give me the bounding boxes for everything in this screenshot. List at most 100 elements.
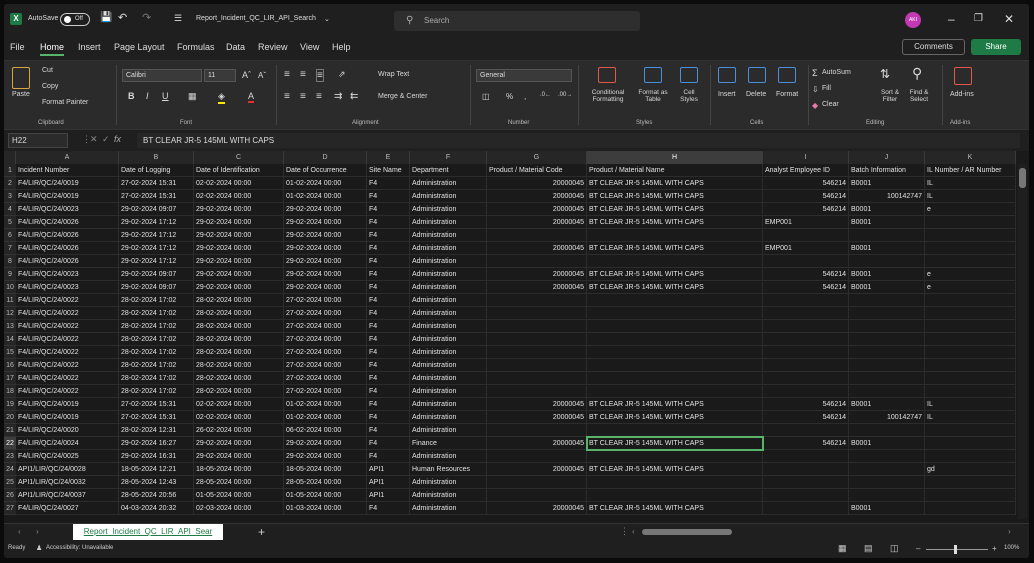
table-cell[interactable]: 27-02-2024 00:00 [284,372,367,385]
table-cell[interactable] [587,450,763,463]
normal-view-icon[interactable]: ▦ [838,543,847,554]
table-cell[interactable]: 546214 [763,398,849,411]
table-cell[interactable]: 27-02-2024 15:31 [119,177,194,190]
table-cell[interactable]: 28-05-2024 00:00 [284,476,367,489]
table-cell[interactable] [763,476,849,489]
table-cell[interactable] [925,346,1016,359]
table-cell[interactable]: EMP001 [763,216,849,229]
table-cell[interactable] [925,450,1016,463]
table-cell[interactable]: 29-02-2024 17:12 [119,216,194,229]
table-cell[interactable]: 02-02-2024 00:00 [194,411,284,424]
row-header[interactable]: 26 [4,489,16,502]
table-cell[interactable]: Human Resources [410,463,487,476]
row-header[interactable]: 4 [4,203,16,216]
table-cell[interactable] [487,476,587,489]
table-cell[interactable]: 28-05-2024 20:56 [119,489,194,502]
table-cell[interactable]: 20000045 [487,203,587,216]
copy-button[interactable]: Copy [42,83,58,90]
table-cell[interactable]: 28-05-2024 12:43 [119,476,194,489]
table-cell[interactable]: Administration [410,255,487,268]
table-cell[interactable] [487,489,587,502]
table-cell[interactable] [487,450,587,463]
column-header-f[interactable]: F [410,151,487,164]
add-ins-button[interactable]: Add-ins [950,91,974,98]
table-cell[interactable]: BT CLEAR JR-5 145ML WITH CAPS [587,398,763,411]
enter-icon[interactable]: ✓ [102,134,110,145]
row-header[interactable]: 17 [4,372,16,385]
row-header[interactable]: 8 [4,255,16,268]
table-cell[interactable] [925,320,1016,333]
bottom-align-icon[interactable]: ≡ [316,69,324,82]
column-header-k[interactable]: K [925,151,1016,164]
table-cell[interactable]: B0001 [849,177,925,190]
table-cell[interactable]: F4/LIR/QC/24/0026 [16,255,119,268]
eraser-icon[interactable]: ◆ [812,101,818,110]
borders-icon[interactable]: ▦ [188,91,197,102]
table-cell[interactable]: 27-02-2024 00:00 [284,320,367,333]
wrap-text-button[interactable]: Wrap Text [378,71,409,78]
table-cell[interactable]: 29-02-2024 00:00 [284,255,367,268]
fill-color-icon[interactable]: ◈ [218,91,225,104]
table-cell[interactable]: F4/LIR/QC/24/0026 [16,242,119,255]
table-cell[interactable]: 29-02-2024 09:07 [119,268,194,281]
tab-formulas[interactable]: Formulas [177,42,215,52]
table-cell[interactable]: IL [925,411,1016,424]
autosave-toggle[interactable]: Off [60,13,90,26]
table-cell[interactable]: BT CLEAR JR-5 145ML WITH CAPS [587,242,763,255]
table-header-cell[interactable]: Product / Material Name [587,164,763,177]
column-header-a[interactable]: A [16,151,119,164]
table-cell[interactable]: F4 [367,424,410,437]
table-cell[interactable] [925,333,1016,346]
column-header-h[interactable]: H [587,151,763,164]
tab-help[interactable]: Help [332,42,351,52]
table-cell[interactable]: F4/LIR/QC/24/0022 [16,320,119,333]
maximize-icon[interactable]: ❐ [974,13,983,24]
table-cell[interactable]: F4/LIR/QC/24/0019 [16,190,119,203]
table-cell[interactable]: 29-02-2024 00:00 [194,268,284,281]
table-cell[interactable]: F4/LIR/QC/24/0022 [16,333,119,346]
table-cell[interactable]: Administration [410,320,487,333]
search-box[interactable]: ⚲ Search [394,11,640,31]
table-cell[interactable]: API1/LIR/QC/24/0028 [16,463,119,476]
row-header[interactable]: 20 [4,411,16,424]
table-header-cell[interactable]: Product / Material Code [487,164,587,177]
autosum-icon[interactable]: Σ [812,68,818,78]
conditional-formatting-button[interactable]: Conditional Formatting [586,89,630,103]
table-cell[interactable]: F4/LIR/QC/24/0020 [16,424,119,437]
table-cell[interactable]: 20000045 [487,281,587,294]
bold-icon[interactable]: B [128,91,135,101]
table-cell[interactable] [849,489,925,502]
table-cell[interactable]: 29-02-2024 00:00 [284,450,367,463]
table-cell[interactable]: 29-02-2024 00:00 [284,268,367,281]
table-cell[interactable]: gd [925,463,1016,476]
table-cell[interactable]: F4/LIR/QC/24/0022 [16,385,119,398]
row-header[interactable]: 24 [4,463,16,476]
row-header[interactable]: 11 [4,294,16,307]
table-cell[interactable]: 29-02-2024 16:27 [119,437,194,450]
table-cell[interactable] [587,333,763,346]
table-cell[interactable]: Administration [410,307,487,320]
table-header-cell[interactable]: Date of Logging [119,164,194,177]
table-cell[interactable] [763,294,849,307]
table-cell[interactable]: EMP001 [763,242,849,255]
table-cell[interactable]: F4/LIR/QC/24/0019 [16,411,119,424]
table-cell[interactable]: F4 [367,216,410,229]
sheet-tab[interactable]: Report_Incident_QC_LIR_API_Sear [73,524,223,540]
avatar[interactable]: AKI [905,12,921,28]
tab-data[interactable]: Data [226,42,245,52]
column-header-c[interactable]: C [194,151,284,164]
table-cell[interactable]: Administration [410,203,487,216]
table-cell[interactable]: 546214 [763,177,849,190]
table-cell[interactable]: 27-02-2024 15:31 [119,398,194,411]
table-cell[interactable]: F4 [367,333,410,346]
chevron-down-icon[interactable]: ⌄ [324,15,330,23]
table-cell[interactable]: F4 [367,450,410,463]
table-cell[interactable]: BT CLEAR JR-5 145ML WITH CAPS [587,411,763,424]
table-cell[interactable] [587,255,763,268]
table-cell[interactable] [849,463,925,476]
zoom-slider[interactable] [926,549,988,550]
table-cell[interactable]: F4 [367,255,410,268]
italic-icon[interactable]: I [146,91,149,101]
table-cell[interactable]: IL [925,177,1016,190]
table-cell[interactable]: 29-02-2024 00:00 [284,203,367,216]
